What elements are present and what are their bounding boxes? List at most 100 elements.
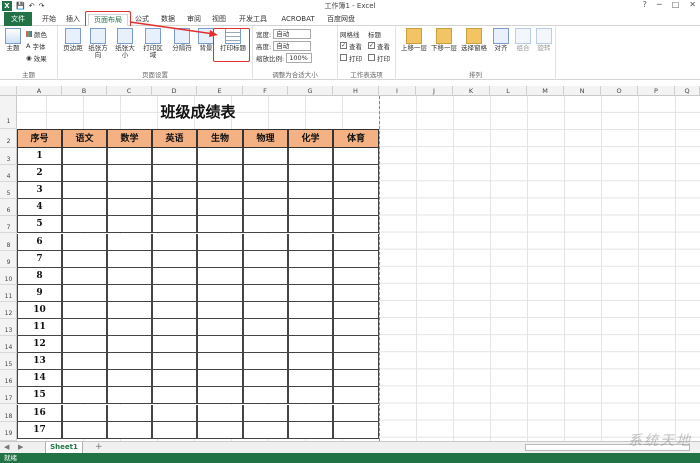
margins-button[interactable]: 页边距 [62,28,84,52]
score-cell[interactable] [243,284,288,302]
themes-button[interactable]: 主题 [2,28,24,52]
column-header[interactable]: N [564,86,601,96]
row-number-cell[interactable]: 6 [17,233,62,251]
score-cell[interactable] [197,284,243,302]
score-cell[interactable] [243,267,288,285]
score-cell[interactable] [333,387,379,405]
score-cell[interactable] [152,353,197,371]
help-icon[interactable]: ? [643,0,647,9]
score-cell[interactable] [152,284,197,302]
score-cell[interactable] [288,284,333,302]
row-header[interactable]: 10 [0,268,17,285]
score-cell[interactable] [62,301,107,319]
score-cell[interactable] [197,233,243,251]
tab-acrobat[interactable]: ACROBAT [278,14,318,26]
column-header[interactable]: M [527,86,564,96]
score-cell[interactable] [288,233,333,251]
score-cell[interactable] [107,404,152,422]
score-cell[interactable] [197,336,243,354]
column-header[interactable]: J [416,86,453,96]
score-cell[interactable] [152,216,197,234]
score-cell[interactable] [288,267,333,285]
row-number-cell[interactable]: 15 [17,387,62,405]
row-header[interactable]: 4 [0,165,17,183]
score-cell[interactable] [152,233,197,251]
checkbox-icon[interactable] [368,54,375,61]
column-header[interactable]: A [17,86,62,96]
score-cell[interactable] [62,233,107,251]
score-cell[interactable] [333,165,379,183]
row-header[interactable]: 7 [0,216,17,234]
column-header[interactable]: C [107,86,152,96]
align-button[interactable]: 对齐 [490,28,512,52]
score-cell[interactable] [333,404,379,422]
row-number-cell[interactable]: 7 [17,250,62,268]
score-cell[interactable] [288,421,333,439]
column-header[interactable]: H [333,86,379,96]
effects-button[interactable]: ◉ 效果 [26,52,47,63]
score-cell[interactable] [288,404,333,422]
score-cell[interactable] [288,199,333,217]
score-cell[interactable] [197,387,243,405]
score-cell[interactable] [288,148,333,166]
row-header[interactable]: 3 [0,148,17,166]
score-cell[interactable] [107,148,152,166]
column-header[interactable]: O [601,86,638,96]
score-cell[interactable] [333,336,379,354]
score-cell[interactable] [107,336,152,354]
score-cell[interactable] [333,199,379,217]
row-header[interactable]: 8 [0,234,17,251]
score-cell[interactable] [288,319,333,337]
score-cell[interactable] [107,233,152,251]
row-number-cell[interactable]: 16 [17,404,62,422]
header-cell[interactable]: 物理 [243,129,288,148]
row-header[interactable]: 14 [0,336,17,354]
score-cell[interactable] [243,233,288,251]
column-header[interactable]: L [490,86,527,96]
score-cell[interactable] [197,250,243,268]
tab-developer[interactable]: 开发工具 [235,14,271,26]
score-cell[interactable] [62,336,107,354]
row-header[interactable]: 15 [0,353,17,371]
score-cell[interactable] [62,182,107,200]
headings-print[interactable]: 打印 [368,52,390,63]
score-cell[interactable] [197,404,243,422]
score-cell[interactable] [288,165,333,183]
header-cell[interactable]: 序号 [17,129,62,148]
column-header[interactable]: B [62,86,107,96]
checkbox-checked-icon[interactable]: ✓ [368,42,375,49]
row-header[interactable]: 12 [0,302,17,319]
score-cell[interactable] [288,336,333,354]
row-number-cell[interactable]: 17 [17,421,62,439]
header-cell[interactable]: 化学 [288,129,333,148]
row-number-cell[interactable]: 14 [17,370,62,388]
header-cell[interactable]: 英语 [152,129,197,148]
score-cell[interactable] [107,319,152,337]
score-cell[interactable] [197,353,243,371]
score-cell[interactable] [152,267,197,285]
score-cell[interactable] [333,233,379,251]
score-cell[interactable] [107,267,152,285]
score-cell[interactable] [152,370,197,388]
score-cell[interactable] [107,284,152,302]
score-cell[interactable] [197,216,243,234]
score-cell[interactable] [107,250,152,268]
column-header[interactable]: E [197,86,243,96]
score-cell[interactable] [243,216,288,234]
score-cell[interactable] [152,404,197,422]
column-header[interactable]: P [638,86,675,96]
gridlines-view[interactable]: ✓ 查看 [340,40,362,51]
fonts-button[interactable]: A 字体 [26,40,45,51]
score-cell[interactable] [243,387,288,405]
header-cell[interactable]: 体育 [333,129,379,148]
row-number-cell[interactable]: 10 [17,301,62,319]
score-cell[interactable] [197,421,243,439]
score-cell[interactable] [333,267,379,285]
score-cell[interactable] [62,404,107,422]
score-cell[interactable] [288,387,333,405]
score-cell[interactable] [197,148,243,166]
score-cell[interactable] [197,319,243,337]
score-cell[interactable] [62,165,107,183]
score-cell[interactable] [152,336,197,354]
headings-view[interactable]: ✓ 查看 [368,40,390,51]
